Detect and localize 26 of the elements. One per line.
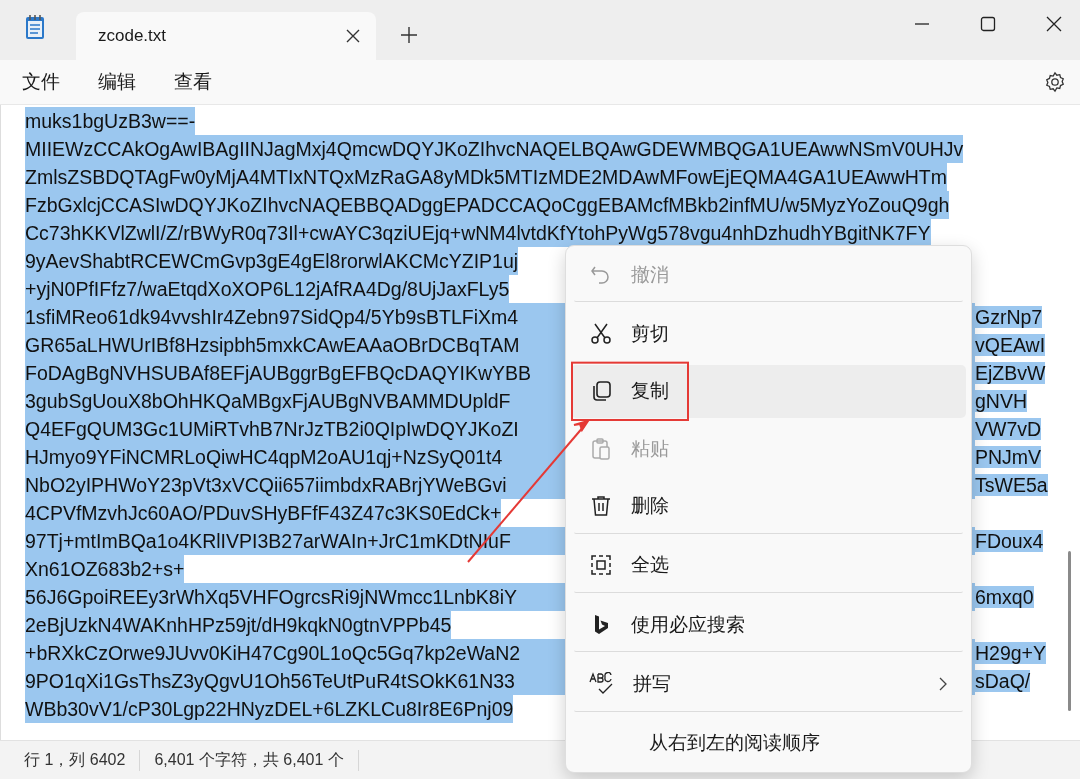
select-all-icon [589, 553, 613, 578]
status-text: 6,401 个字符，共 6,401 个 [154, 749, 359, 771]
menu-item[interactable]: 查看 [160, 63, 226, 101]
tab[interactable]: zcode.txt [76, 12, 376, 60]
chevron-right-icon [938, 675, 948, 692]
settings-icon[interactable] [1044, 71, 1066, 93]
menu-item[interactable]: 删除 [571, 479, 966, 533]
spell-check-icon [589, 671, 615, 696]
menu-item[interactable]: 复制 [571, 364, 966, 418]
menu-item[interactable]: 从右到左的阅读顺序 [571, 716, 966, 770]
status-text: 行 1，列 6402 [24, 749, 141, 771]
menu-item[interactable]: 文件 [8, 63, 74, 101]
menu-item[interactable]: 编辑 [84, 63, 150, 101]
close-icon[interactable] [1046, 16, 1062, 32]
menu-item[interactable]: 全选 [571, 538, 966, 592]
scrollbar-thumb[interactable] [1068, 551, 1071, 711]
menu-item[interactable]: 剪切 [571, 307, 966, 361]
menu-item[interactable]: 拼写 [571, 657, 966, 711]
scissors-icon [589, 322, 613, 346]
trash-icon [589, 493, 613, 518]
menu-item[interactable]: 使用必应搜索 [571, 597, 966, 652]
notepad-icon [24, 14, 46, 40]
plus-icon[interactable] [400, 26, 418, 44]
close-icon[interactable] [346, 29, 360, 43]
clipboard-icon [589, 436, 613, 461]
maximize-icon[interactable] [980, 16, 996, 32]
